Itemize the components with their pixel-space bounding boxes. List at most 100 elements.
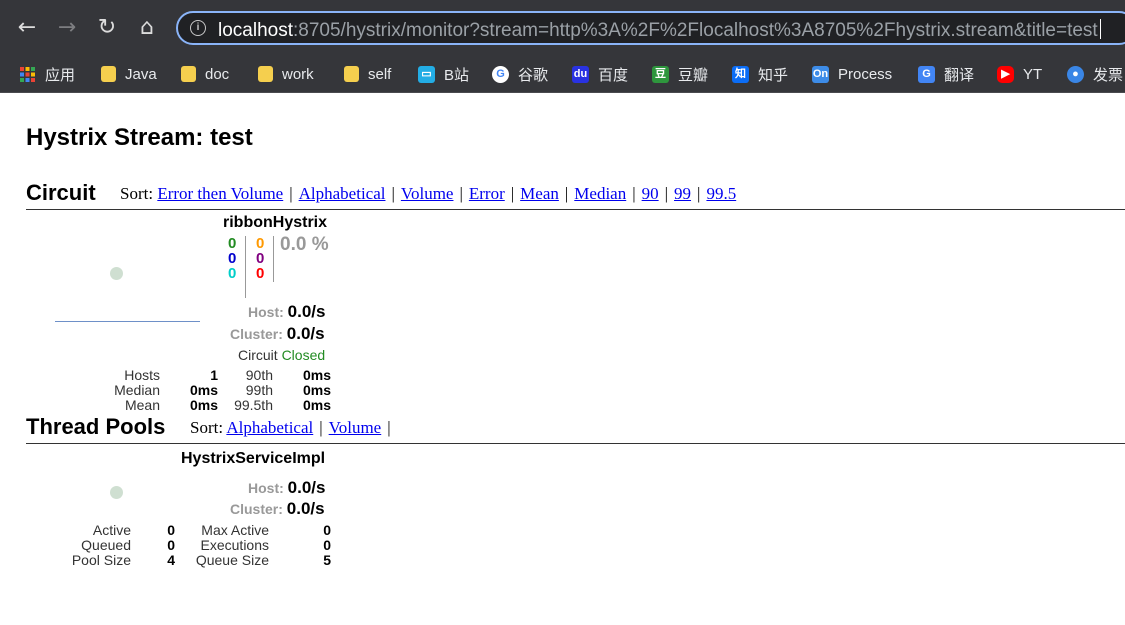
bookmark-label: 应用 xyxy=(45,66,76,84)
bookmark-douban[interactable]: 豆 豆瓣 xyxy=(652,62,708,86)
cluster-rate: 0.0/s xyxy=(286,499,325,518)
sort-alphabetical-link[interactable]: Alphabetical xyxy=(299,184,386,203)
cluster-rate-row: Cluster: 0.0/s xyxy=(230,324,325,344)
zhihu-icon: 知 xyxy=(732,65,749,83)
sort-volume-link[interactable]: Volume xyxy=(401,184,454,203)
active-label: Active xyxy=(92,522,131,538)
bad-request-count: 0 xyxy=(228,265,237,282)
p99-label: 99th xyxy=(245,382,273,398)
circuit-divider xyxy=(26,209,1125,210)
count-divider xyxy=(245,236,246,298)
median-value: 0ms xyxy=(189,382,218,398)
mean-value: 0ms xyxy=(189,397,218,413)
bookmark-baidu[interactable]: du 百度 xyxy=(572,62,628,86)
thread-pools-sort-bar: Sort: Alphabetical | Volume | xyxy=(190,418,397,438)
bookmark-youtube[interactable]: ▶ YT xyxy=(997,62,1042,86)
sort-99-link[interactable]: 99 xyxy=(674,184,691,203)
bookmark-work[interactable]: work xyxy=(258,62,314,86)
invoice-icon: ● xyxy=(1067,65,1084,83)
circuit-status-row: Circuit Closed xyxy=(238,347,325,363)
bookmark-apps[interactable]: 应用 xyxy=(19,62,75,86)
p90-value: 0ms xyxy=(302,367,331,383)
bookmark-label: 谷歌 xyxy=(518,66,549,84)
pool-size-value: 4 xyxy=(167,552,175,568)
bookmark-processon[interactable]: On Process xyxy=(812,62,892,86)
bookmark-invoice[interactable]: ● 发票 xyxy=(1067,62,1123,86)
cluster-label: Cluster: xyxy=(230,501,283,517)
text-cursor xyxy=(1099,19,1101,39)
folder-icon xyxy=(101,66,116,82)
host-label: Host: xyxy=(248,304,284,320)
host-rate-row: Host: 0.0/s xyxy=(248,478,325,498)
separator: | xyxy=(387,418,391,437)
sort-error-then-volume-link[interactable]: Error then Volume xyxy=(157,184,283,203)
google-icon: G xyxy=(492,65,509,83)
url-text[interactable]: localhost:8705/hystrix/monitor?stream=ht… xyxy=(218,19,1101,42)
cluster-rate-row: Cluster: 0.0/s xyxy=(230,499,325,519)
bookmark-doc[interactable]: doc xyxy=(181,62,229,86)
baidu-icon: du xyxy=(572,65,589,83)
bookmark-java[interactable]: Java xyxy=(101,62,157,86)
hosts-label: Hosts xyxy=(124,367,160,383)
queue-size-label: Queue Size xyxy=(195,552,269,568)
info-icon[interactable]: i xyxy=(190,20,206,36)
bookmark-zhihu[interactable]: 知 知乎 xyxy=(732,62,788,86)
bookmark-label: Process xyxy=(838,65,893,83)
active-value: 0 xyxy=(167,522,175,538)
folder-icon xyxy=(258,66,273,82)
circuit-status: Closed xyxy=(281,347,326,363)
douban-icon: 豆 xyxy=(652,65,669,83)
sort-alphabetical-link[interactable]: Alphabetical xyxy=(226,418,313,437)
separator: | xyxy=(697,184,701,203)
bookmark-label: YT xyxy=(1023,65,1043,83)
pool-size-label: Pool Size xyxy=(71,552,131,568)
bookmarks-bar: 应用 Java doc work self ▭ B站 G 谷歌 du 百度 豆 … xyxy=(0,56,1125,93)
bookmark-label: work xyxy=(282,65,314,83)
sort-99-5-link[interactable]: 99.5 xyxy=(706,184,736,203)
circuit-name: ribbonHystrix xyxy=(223,214,328,231)
bookmark-translate[interactable]: G 翻译 xyxy=(918,62,974,86)
url-path: :8705/hystrix/monitor?stream=http%3A%2F%… xyxy=(293,20,1098,41)
bookmark-label: doc xyxy=(205,65,230,83)
sort-label: Sort: xyxy=(190,418,224,437)
max-active-value: 0 xyxy=(323,522,331,538)
forward-arrow-icon[interactable]: → xyxy=(53,14,81,42)
url-host: localhost xyxy=(218,20,293,41)
bookmark-label: self xyxy=(368,65,392,83)
sort-median-link[interactable]: Median xyxy=(574,184,626,203)
separator: | xyxy=(632,184,636,203)
bookmark-bilibili[interactable]: ▭ B站 xyxy=(418,62,469,86)
youtube-icon: ▶ xyxy=(997,65,1014,83)
address-bar[interactable]: i localhost:8705/hystrix/monitor?stream=… xyxy=(176,11,1125,45)
separator: | xyxy=(564,184,569,203)
host-rate-row: Host: 0.0/s xyxy=(248,302,325,322)
median-label: Median xyxy=(114,382,160,398)
separator: | xyxy=(319,418,323,437)
separator: | xyxy=(664,184,669,203)
circuit-heading: Circuit xyxy=(26,180,96,205)
sort-error-link[interactable]: Error xyxy=(469,184,505,203)
sort-volume-link[interactable]: Volume xyxy=(329,418,382,437)
thread-pool-name: HystrixServiceImpl xyxy=(181,450,326,467)
count-divider xyxy=(273,236,274,282)
bookmark-google[interactable]: G 谷歌 xyxy=(492,62,548,86)
separator: | xyxy=(289,184,293,203)
sort-label: Sort: xyxy=(120,184,154,203)
separator: | xyxy=(391,184,395,203)
back-arrow-icon[interactable]: ← xyxy=(13,14,41,42)
bilibili-icon: ▭ xyxy=(418,65,435,83)
bookmark-self[interactable]: self xyxy=(344,62,391,86)
failure-count: 0 xyxy=(256,265,265,282)
thread-pools-divider xyxy=(26,443,1125,444)
circuit-label: Circuit xyxy=(238,347,278,363)
host-rate: 0.0/s xyxy=(287,302,326,321)
circuit-sort-bar: Sort: Error then Volume | Alphabetical | Vol… xyxy=(120,184,736,204)
queued-label: Queued xyxy=(81,537,131,553)
sort-90-link[interactable]: 90 xyxy=(642,184,659,203)
sort-mean-link[interactable]: Mean xyxy=(520,184,559,203)
reload-icon[interactable]: ↻ xyxy=(93,14,121,42)
apps-icon xyxy=(19,66,36,83)
bookmark-label: Java xyxy=(125,65,157,83)
home-icon[interactable]: ⌂ xyxy=(133,14,161,42)
cluster-rate: 0.0/s xyxy=(286,324,325,343)
